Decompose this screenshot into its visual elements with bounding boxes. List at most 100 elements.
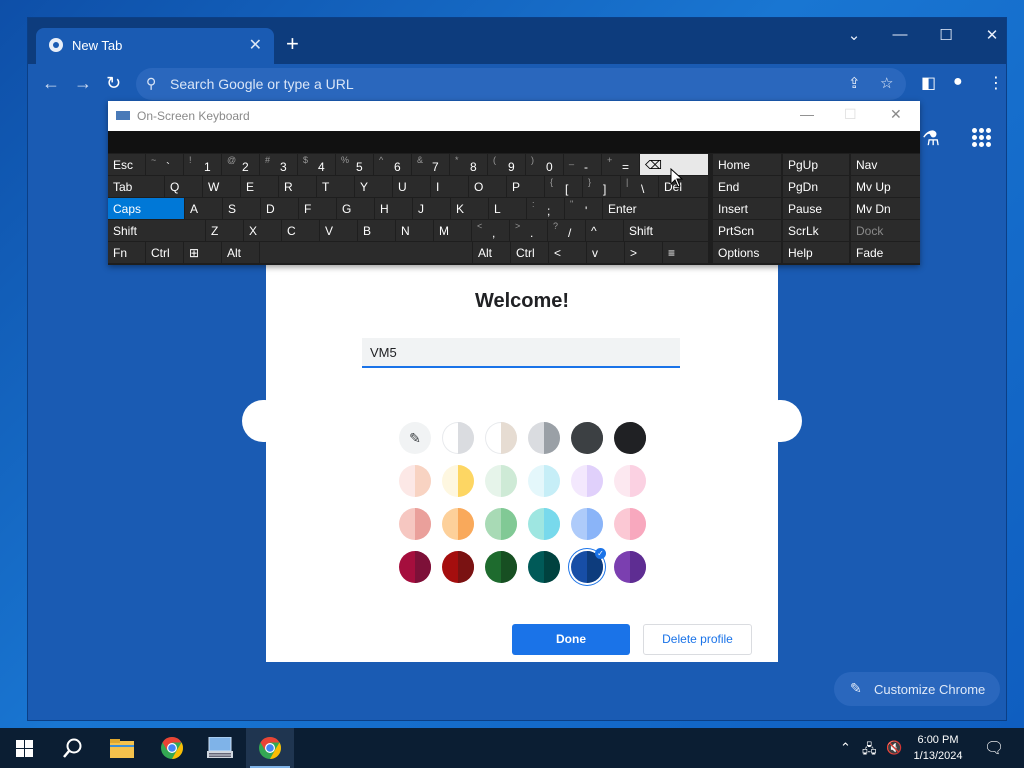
osk-close-icon[interactable]: ✕: [890, 106, 902, 123]
key-fn[interactable]: Fn: [108, 242, 145, 263]
key-dock[interactable]: Dock: [851, 220, 920, 241]
key-e[interactable]: E: [241, 176, 278, 197]
key-g[interactable]: G: [337, 198, 374, 219]
reload-icon[interactable]: ↻: [106, 73, 121, 94]
key-alt[interactable]: Alt: [222, 242, 259, 263]
osk-maximize-icon[interactable]: ☐: [844, 106, 857, 123]
color-swatch[interactable]: [571, 422, 603, 454]
key-shift[interactable]: Shift: [108, 220, 205, 241]
key-3[interactable]: #3: [260, 154, 297, 175]
key-z[interactable]: Z: [206, 220, 243, 241]
menu-icon[interactable]: ⋮: [988, 73, 1004, 93]
chevron-up-icon[interactable]: ⌃: [840, 740, 851, 756]
key-mvdn[interactable]: Mv Dn: [851, 198, 920, 219]
key-v[interactable]: V: [320, 220, 357, 241]
key-pgdn[interactable]: PgDn: [783, 176, 849, 197]
key-sym0-1[interactable]: ~ `: [146, 154, 183, 175]
apps-grid-icon[interactable]: [972, 128, 992, 148]
key-4[interactable]: $4: [298, 154, 335, 175]
key-sym2-11[interactable]: " ': [565, 198, 602, 219]
key-nav[interactable]: Nav: [851, 154, 920, 175]
key-sym4-10[interactable]: ≡: [663, 242, 708, 263]
key-m[interactable]: M: [434, 220, 471, 241]
key-help[interactable]: Help: [783, 242, 849, 263]
key-sym0-13[interactable]: + =: [602, 154, 639, 175]
volume-muted-icon[interactable]: 🔇: [886, 740, 902, 756]
color-swatch[interactable]: [442, 508, 474, 540]
key-home[interactable]: Home: [713, 154, 781, 175]
key-f[interactable]: F: [299, 198, 336, 219]
key-b[interactable]: B: [358, 220, 395, 241]
key-6[interactable]: ^ 6: [374, 154, 411, 175]
profile-avatar-icon[interactable]: ●: [953, 73, 963, 91]
key-sym1-12[interactable]: }]: [583, 176, 620, 197]
color-swatch[interactable]: [399, 551, 431, 583]
key-w[interactable]: W: [203, 176, 240, 197]
color-swatch[interactable]: [399, 465, 431, 497]
minimize-icon[interactable]: —: [884, 26, 916, 43]
notification-icon[interactable]: 🗨: [984, 738, 1004, 758]
key-prtscn[interactable]: PrtScn: [713, 220, 781, 241]
key-pgup[interactable]: PgUp: [783, 154, 849, 175]
color-swatch[interactable]: [442, 465, 474, 497]
key-tab[interactable]: Tab: [108, 176, 164, 197]
key-shift[interactable]: Shift: [624, 220, 708, 241]
back-icon[interactable]: ←: [42, 73, 60, 94]
maximize-icon[interactable]: ☐: [930, 26, 962, 44]
key-sym2-10[interactable]: :;: [527, 198, 564, 219]
color-swatch[interactable]: [571, 465, 603, 497]
osk-minimize-icon[interactable]: —: [800, 106, 814, 122]
key-sym1-11[interactable]: {[: [545, 176, 582, 197]
color-swatch[interactable]: [614, 422, 646, 454]
key-sym1-13[interactable]: | \: [621, 176, 658, 197]
color-swatch[interactable]: [614, 508, 646, 540]
key-d[interactable]: D: [261, 198, 298, 219]
color-swatch[interactable]: [528, 551, 560, 583]
start-button[interactable]: [0, 728, 48, 768]
forward-icon[interactable]: →: [74, 73, 92, 94]
key-alt[interactable]: Alt: [473, 242, 510, 263]
color-swatch[interactable]: [442, 551, 474, 583]
key-fade[interactable]: Fade: [851, 242, 920, 263]
key-ctrl[interactable]: Ctrl: [146, 242, 183, 263]
new-tab-button[interactable]: +: [286, 33, 299, 55]
key-9[interactable]: (9: [488, 154, 525, 175]
color-swatch[interactable]: [528, 422, 560, 454]
key-2[interactable]: @2: [222, 154, 259, 175]
share-icon[interactable]: ⇪: [848, 74, 861, 92]
key-pause[interactable]: Pause: [783, 198, 849, 219]
key-i[interactable]: I: [431, 176, 468, 197]
key-a[interactable]: A: [185, 198, 222, 219]
clock[interactable]: 6:00 PM 1/13/2024: [906, 732, 970, 764]
omnibox[interactable]: ⚲ Search Google or type a URL ⇪ ☆: [136, 68, 906, 100]
color-swatch[interactable]: [399, 508, 431, 540]
key-1[interactable]: ! 1: [184, 154, 221, 175]
key-space[interactable]: [260, 242, 472, 263]
key-y[interactable]: Y: [355, 176, 392, 197]
key-v[interactable]: v: [587, 242, 624, 263]
key-insert[interactable]: Insert: [713, 198, 781, 219]
key-sym0-12[interactable]: _ -: [564, 154, 601, 175]
key-t[interactable]: T: [317, 176, 354, 197]
key-q[interactable]: Q: [165, 176, 202, 197]
delete-profile-button[interactable]: Delete profile: [643, 624, 752, 655]
tab-search-icon[interactable]: ⌄: [838, 26, 870, 44]
close-tab-icon[interactable]: ✕: [249, 35, 262, 55]
color-swatch[interactable]: [571, 508, 603, 540]
key-x[interactable]: X: [244, 220, 281, 241]
key-8[interactable]: * 8: [450, 154, 487, 175]
key-c[interactable]: C: [282, 220, 319, 241]
key-0[interactable]: ) 0: [526, 154, 563, 175]
key-sym4-9[interactable]: >: [625, 242, 662, 263]
taskbar-osk[interactable]: [196, 728, 244, 768]
key-k[interactable]: K: [451, 198, 488, 219]
network-icon[interactable]: 🖧: [862, 740, 877, 762]
close-window-icon[interactable]: ✕: [976, 26, 1006, 44]
taskbar-file-explorer[interactable]: [98, 728, 146, 768]
key-sym3-11[interactable]: ^: [586, 220, 623, 241]
color-swatch[interactable]: [485, 422, 517, 454]
color-swatch[interactable]: [442, 422, 474, 454]
color-swatch[interactable]: [528, 465, 560, 497]
key-caps[interactable]: Caps: [108, 198, 184, 219]
color-swatch[interactable]: [485, 508, 517, 540]
